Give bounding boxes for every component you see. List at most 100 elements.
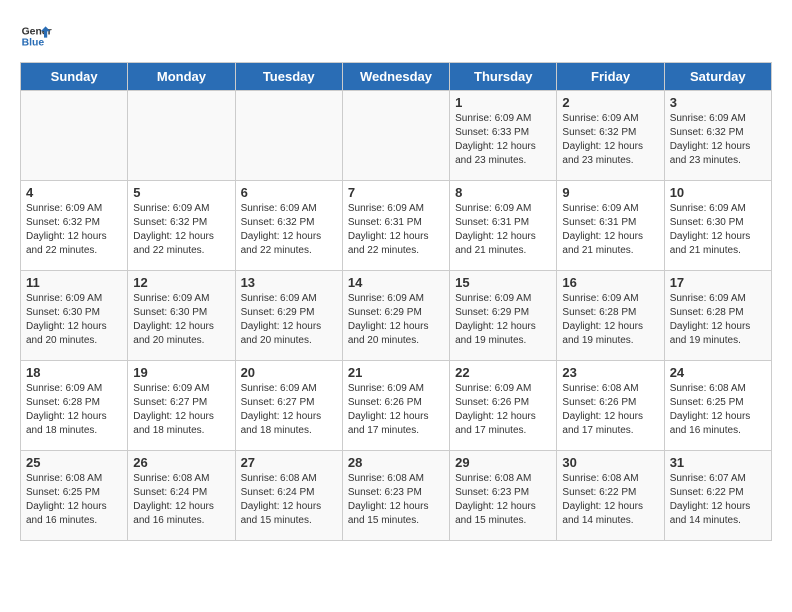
- day-header-saturday: Saturday: [664, 63, 771, 91]
- calendar-cell: [21, 91, 128, 181]
- day-info: Sunrise: 6:09 AM Sunset: 6:30 PM Dayligh…: [26, 292, 122, 348]
- calendar-cell: 2 Sunrise: 6:09 AM Sunset: 6:32 PM Daylig…: [557, 91, 664, 181]
- day-number: 1: [455, 95, 551, 110]
- day-info: Sunrise: 6:09 AM Sunset: 6:28 PM Dayligh…: [562, 292, 658, 348]
- calendar-cell: 4 Sunrise: 6:09 AM Sunset: 6:32 PM Daylig…: [21, 181, 128, 271]
- day-number: 3: [670, 95, 766, 110]
- logo-icon: General Blue: [20, 20, 52, 52]
- day-number: 4: [26, 185, 122, 200]
- day-info: Sunrise: 6:09 AM Sunset: 6:27 PM Dayligh…: [133, 382, 229, 438]
- calendar-cell: 19 Sunrise: 6:09 AM Sunset: 6:27 PM Dayli…: [128, 361, 235, 451]
- day-info: Sunrise: 6:08 AM Sunset: 6:22 PM Dayligh…: [562, 472, 658, 528]
- calendar-cell: 10 Sunrise: 6:09 AM Sunset: 6:30 PM Dayli…: [664, 181, 771, 271]
- day-number: 22: [455, 365, 551, 380]
- calendar-cell: 3Sunrise: 6:09 AM Sunset: 6:32 PM Daylig…: [664, 91, 771, 181]
- day-header-friday: Friday: [557, 63, 664, 91]
- calendar-cell: 26 Sunrise: 6:08 AM Sunset: 6:24 PM Dayli…: [128, 451, 235, 541]
- day-info: Sunrise: 6:08 AM Sunset: 6:25 PM Dayligh…: [670, 382, 766, 438]
- day-info: Sunrise: 6:09 AM Sunset: 6:32 PM Dayligh…: [133, 202, 229, 258]
- day-info: Sunrise: 6:09 AM Sunset: 6:33 PM Dayligh…: [455, 112, 551, 168]
- calendar-cell: 12Sunrise: 6:09 AM Sunset: 6:30 PM Dayli…: [128, 271, 235, 361]
- day-number: 29: [455, 455, 551, 470]
- calendar-cell: 23 Sunrise: 6:08 AM Sunset: 6:26 PM Dayli…: [557, 361, 664, 451]
- day-info: Sunrise: 6:09 AM Sunset: 6:30 PM Dayligh…: [670, 202, 766, 258]
- day-info: Sunrise: 6:08 AM Sunset: 6:24 PM Dayligh…: [241, 472, 337, 528]
- day-number: 24: [670, 365, 766, 380]
- day-info: Sunrise: 6:08 AM Sunset: 6:25 PM Dayligh…: [26, 472, 122, 528]
- calendar-body: 1 Sunrise: 6:09 AM Sunset: 6:33 PM Daylig…: [21, 91, 772, 541]
- day-info: Sunrise: 6:07 AM Sunset: 6:22 PM Dayligh…: [670, 472, 766, 528]
- day-number: 9: [562, 185, 658, 200]
- day-info: Sunrise: 6:09 AM Sunset: 6:28 PM Dayligh…: [26, 382, 122, 438]
- day-number: 8: [455, 185, 551, 200]
- header-row: SundayMondayTuesdayWednesdayThursdayFrid…: [21, 63, 772, 91]
- day-info: Sunrise: 6:08 AM Sunset: 6:23 PM Dayligh…: [348, 472, 444, 528]
- day-number: 16: [562, 275, 658, 290]
- calendar-cell: 25 Sunrise: 6:08 AM Sunset: 6:25 PM Dayli…: [21, 451, 128, 541]
- calendar-cell: 6Sunrise: 6:09 AM Sunset: 6:32 PM Daylig…: [235, 181, 342, 271]
- day-info: Sunrise: 6:09 AM Sunset: 6:31 PM Dayligh…: [348, 202, 444, 258]
- day-number: 6: [241, 185, 337, 200]
- calendar-header: SundayMondayTuesdayWednesdayThursdayFrid…: [21, 63, 772, 91]
- calendar-cell: 16 Sunrise: 6:09 AM Sunset: 6:28 PM Dayli…: [557, 271, 664, 361]
- day-number: 11: [26, 275, 122, 290]
- calendar-cell: 29 Sunrise: 6:08 AM Sunset: 6:23 PM Dayli…: [450, 451, 557, 541]
- day-number: 10: [670, 185, 766, 200]
- day-info: Sunrise: 6:09 AM Sunset: 6:29 PM Dayligh…: [241, 292, 337, 348]
- day-header-tuesday: Tuesday: [235, 63, 342, 91]
- calendar-cell: 9 Sunrise: 6:09 AM Sunset: 6:31 PM Daylig…: [557, 181, 664, 271]
- week-row-4: 18Sunrise: 6:09 AM Sunset: 6:28 PM Dayli…: [21, 361, 772, 451]
- calendar-cell: 27 Sunrise: 6:08 AM Sunset: 6:24 PM Dayli…: [235, 451, 342, 541]
- day-number: 30: [562, 455, 658, 470]
- day-info: Sunrise: 6:08 AM Sunset: 6:24 PM Dayligh…: [133, 472, 229, 528]
- calendar-cell: 14Sunrise: 6:09 AM Sunset: 6:29 PM Dayli…: [342, 271, 449, 361]
- day-info: Sunrise: 6:09 AM Sunset: 6:28 PM Dayligh…: [670, 292, 766, 348]
- calendar-cell: [128, 91, 235, 181]
- day-number: 26: [133, 455, 229, 470]
- day-number: 12: [133, 275, 229, 290]
- week-row-3: 11 Sunrise: 6:09 AM Sunset: 6:30 PM Dayli…: [21, 271, 772, 361]
- day-number: 27: [241, 455, 337, 470]
- day-info: Sunrise: 6:09 AM Sunset: 6:31 PM Dayligh…: [562, 202, 658, 258]
- calendar-cell: 21 Sunrise: 6:09 AM Sunset: 6:26 PM Dayli…: [342, 361, 449, 451]
- calendar-cell: 28 Sunrise: 6:08 AM Sunset: 6:23 PM Dayli…: [342, 451, 449, 541]
- day-number: 7: [348, 185, 444, 200]
- calendar-cell: 24 Sunrise: 6:08 AM Sunset: 6:25 PM Dayli…: [664, 361, 771, 451]
- day-number: 2: [562, 95, 658, 110]
- week-row-2: 4 Sunrise: 6:09 AM Sunset: 6:32 PM Daylig…: [21, 181, 772, 271]
- week-row-5: 25 Sunrise: 6:08 AM Sunset: 6:25 PM Dayli…: [21, 451, 772, 541]
- calendar-cell: 8 Sunrise: 6:09 AM Sunset: 6:31 PM Daylig…: [450, 181, 557, 271]
- day-header-wednesday: Wednesday: [342, 63, 449, 91]
- day-number: 28: [348, 455, 444, 470]
- page-header: General Blue: [20, 20, 772, 52]
- calendar-cell: 7 Sunrise: 6:09 AM Sunset: 6:31 PM Daylig…: [342, 181, 449, 271]
- day-number: 23: [562, 365, 658, 380]
- calendar-table: SundayMondayTuesdayWednesdayThursdayFrid…: [20, 62, 772, 541]
- day-header-monday: Monday: [128, 63, 235, 91]
- calendar-cell: [342, 91, 449, 181]
- calendar-cell: [235, 91, 342, 181]
- calendar-cell: 30 Sunrise: 6:08 AM Sunset: 6:22 PM Dayli…: [557, 451, 664, 541]
- day-info: Sunrise: 6:09 AM Sunset: 6:27 PM Dayligh…: [241, 382, 337, 438]
- day-info: Sunrise: 6:09 AM Sunset: 6:31 PM Dayligh…: [455, 202, 551, 258]
- day-info: Sunrise: 6:09 AM Sunset: 6:32 PM Dayligh…: [26, 202, 122, 258]
- logo: General Blue: [20, 20, 52, 52]
- calendar-cell: 17Sunrise: 6:09 AM Sunset: 6:28 PM Dayli…: [664, 271, 771, 361]
- day-header-sunday: Sunday: [21, 63, 128, 91]
- calendar-cell: 22Sunrise: 6:09 AM Sunset: 6:26 PM Dayli…: [450, 361, 557, 451]
- calendar-cell: 5Sunrise: 6:09 AM Sunset: 6:32 PM Daylig…: [128, 181, 235, 271]
- day-info: Sunrise: 6:08 AM Sunset: 6:26 PM Dayligh…: [562, 382, 658, 438]
- day-number: 31: [670, 455, 766, 470]
- day-number: 13: [241, 275, 337, 290]
- day-info: Sunrise: 6:09 AM Sunset: 6:26 PM Dayligh…: [348, 382, 444, 438]
- day-info: Sunrise: 6:09 AM Sunset: 6:29 PM Dayligh…: [455, 292, 551, 348]
- day-info: Sunrise: 6:08 AM Sunset: 6:23 PM Dayligh…: [455, 472, 551, 528]
- svg-text:General: General: [22, 26, 52, 37]
- day-info: Sunrise: 6:09 AM Sunset: 6:32 PM Dayligh…: [562, 112, 658, 168]
- calendar-cell: 13 Sunrise: 6:09 AM Sunset: 6:29 PM Dayli…: [235, 271, 342, 361]
- svg-text:Blue: Blue: [22, 38, 45, 49]
- calendar-cell: 1 Sunrise: 6:09 AM Sunset: 6:33 PM Daylig…: [450, 91, 557, 181]
- day-number: 21: [348, 365, 444, 380]
- day-number: 19: [133, 365, 229, 380]
- day-number: 25: [26, 455, 122, 470]
